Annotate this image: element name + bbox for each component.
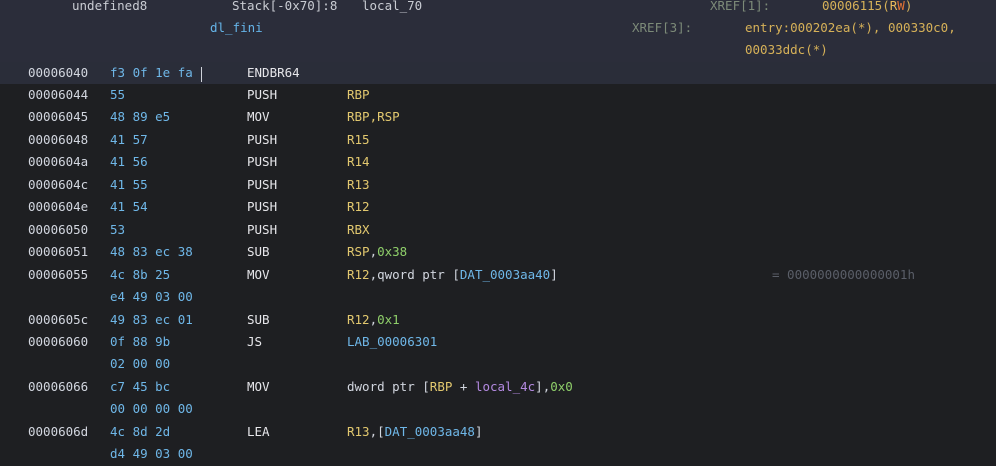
var-storage: Stack[-0x70]:8 <box>232 0 338 13</box>
mnemonic[interactable]: PUSH <box>247 153 277 171</box>
mnemonic[interactable]: MOV <box>247 108 270 126</box>
mnemonic[interactable]: LEA <box>247 423 270 441</box>
mnemonic[interactable]: MOV <box>247 266 270 284</box>
bytes-continued: 02 00 00 <box>110 356 171 371</box>
function-name[interactable]: dl_fini <box>210 19 263 37</box>
mnemonic[interactable]: PUSH <box>247 176 277 194</box>
operand[interactable]: R15 <box>347 131 370 149</box>
xref3-label: XREF[3]: <box>632 20 693 35</box>
address[interactable]: 0000604a <box>28 153 88 171</box>
mnemonic[interactable]: PUSH <box>247 221 277 239</box>
listing-row[interactable]: 00006055 4c 8b 25 e4 49 03 00 MOV R12,qw… <box>0 264 996 308</box>
var-name[interactable]: local_70 <box>362 0 422 15</box>
bytes-continued: d4 49 03 00 <box>110 446 193 461</box>
address[interactable]: 00006045 <box>28 108 88 126</box>
address[interactable]: 0000604e <box>28 198 88 216</box>
operand[interactable]: R12,qword ptr [DAT_0003aa40] <box>347 266 558 284</box>
data-label-link[interactable]: DAT_0003aa40 <box>460 267 550 282</box>
mnemonic[interactable]: SUB <box>247 311 270 329</box>
bytes-continued: 00 00 00 00 <box>110 401 193 416</box>
bytes: f3 0f 1e fa <box>110 65 193 80</box>
bytes: 41 55 <box>110 177 148 192</box>
bytes: 41 56 <box>110 154 148 169</box>
operand[interactable]: RBX <box>347 221 370 239</box>
xref1-label: XREF[1]: <box>710 0 771 13</box>
address[interactable]: 00006048 <box>28 131 88 149</box>
bytes: 53 <box>110 222 126 237</box>
listing-row[interactable]: 0000604a 41 56 PUSH R14 <box>0 151 996 173</box>
bytes: 55 <box>110 87 126 102</box>
bytes: c7 45 bc <box>110 379 171 394</box>
mnemonic[interactable]: PUSH <box>247 86 277 104</box>
jump-target-label[interactable]: LAB_00006301 <box>347 333 437 351</box>
operand[interactable]: RBP <box>347 86 370 104</box>
xref1-reference[interactable]: 00006115(RW) <box>822 0 912 15</box>
listing-row[interactable]: 00006050 53 PUSH RBX <box>0 219 996 241</box>
operand[interactable]: dword ptr [RBP + local_4c],0x0 <box>347 378 573 396</box>
address[interactable]: 00006044 <box>28 86 88 104</box>
mnemonic[interactable]: PUSH <box>247 131 277 149</box>
bytes: 4c 8b 25 <box>110 267 171 282</box>
address[interactable]: 00006066 <box>28 378 88 396</box>
mnemonic[interactable]: MOV <box>247 378 270 396</box>
operand[interactable]: RSP,0x38 <box>347 243 407 261</box>
listing-row[interactable]: 00006045 48 89 e5 MOV RBP,RSP <box>0 106 996 128</box>
listing-row[interactable]: 0000604e 41 54 PUSH R12 <box>0 196 996 218</box>
local-variable-ref[interactable]: local_4c <box>475 379 535 394</box>
listing-row[interactable]: 00006048 41 57 PUSH R15 <box>0 129 996 151</box>
bytes: 41 57 <box>110 132 148 147</box>
operand[interactable]: RBP,RSP <box>347 108 400 126</box>
address[interactable]: 00006060 <box>28 333 88 351</box>
bytes: 41 54 <box>110 199 148 214</box>
text-cursor <box>201 67 202 82</box>
listing-row[interactable]: 00006040 f3 0f 1e fa ENDBR64 <box>0 62 996 84</box>
xref1-value: 00006115 <box>822 0 883 13</box>
listing-row[interactable]: 00006066 c7 45 bc 00 00 00 00 MOV dword … <box>0 376 996 420</box>
mnemonic[interactable]: JS <box>247 333 262 351</box>
var-type: undefined8 <box>72 0 148 13</box>
address[interactable]: 0000606d <box>28 423 88 441</box>
bytes: 48 83 ec 38 <box>110 244 193 259</box>
xref3-line2[interactable]: 00033ddc(*) <box>745 41 828 59</box>
address[interactable]: 00006055 <box>28 266 88 284</box>
address[interactable]: 00006040 <box>28 64 88 82</box>
mnemonic[interactable]: ENDBR64 <box>247 64 300 82</box>
xref3-line1[interactable]: entry:000202ea(*), 000330c0, <box>745 19 956 37</box>
operand[interactable]: R14 <box>347 153 370 171</box>
listing-row[interactable]: 0000604c 41 55 PUSH R13 <box>0 174 996 196</box>
listing-row[interactable]: 00006044 55 PUSH RBP <box>0 84 996 106</box>
listing-row[interactable]: 0000606d 4c 8d 2d d4 49 03 00 LEA R13,[D… <box>0 421 996 465</box>
listing-row[interactable]: 00006051 48 83 ec 38 SUB RSP,0x38 <box>0 241 996 263</box>
bytes: 0f 88 9b <box>110 334 171 349</box>
listing-row[interactable]: 00006060 0f 88 9b 02 00 00 JS LAB_000063… <box>0 331 996 375</box>
data-label-link[interactable]: DAT_0003aa48 <box>385 424 475 439</box>
bytes: 4c 8d 2d <box>110 424 171 439</box>
operand[interactable]: R13 <box>347 176 370 194</box>
bytes-continued: e4 49 03 00 <box>110 289 193 304</box>
bytes: 49 83 ec 01 <box>110 312 193 327</box>
mnemonic[interactable]: SUB <box>247 243 270 261</box>
operand[interactable]: R13,[DAT_0003aa48] <box>347 423 482 441</box>
address[interactable]: 0000605c <box>28 311 88 329</box>
xref1-rw-w: W <box>897 0 905 13</box>
address[interactable]: 0000604c <box>28 176 88 194</box>
eol-comment: = 0000000000000001h <box>772 267 915 282</box>
listing-row[interactable]: 0000605c 49 83 ec 01 SUB R12,0x1 <box>0 309 996 331</box>
bytes: 48 89 e5 <box>110 109 171 124</box>
operand[interactable]: R12,0x1 <box>347 311 400 329</box>
address[interactable]: 00006051 <box>28 243 88 261</box>
operand[interactable]: R12 <box>347 198 370 216</box>
address[interactable]: 00006050 <box>28 221 88 239</box>
mnemonic[interactable]: PUSH <box>247 198 277 216</box>
